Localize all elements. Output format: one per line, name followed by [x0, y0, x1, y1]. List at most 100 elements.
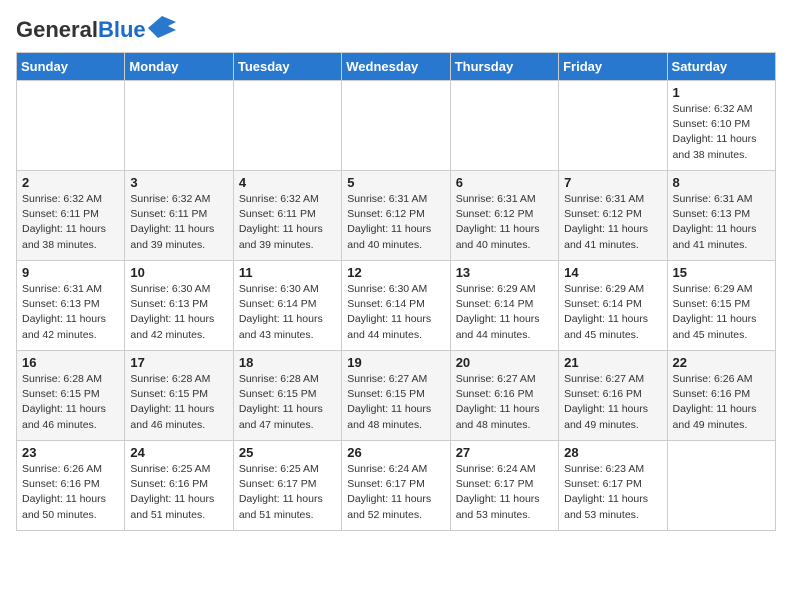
calendar-cell: 23 Sunrise: 6:26 AM Sunset: 6:16 PM Dayli…: [17, 441, 125, 531]
day-number: 16: [22, 355, 119, 370]
day-info: Sunrise: 6:29 AM Sunset: 6:14 PM Dayligh…: [564, 282, 661, 343]
day-info: Sunrise: 6:23 AM Sunset: 6:17 PM Dayligh…: [564, 462, 661, 523]
day-number: 18: [239, 355, 336, 370]
calendar-cell: [559, 81, 667, 171]
day-number: 6: [456, 175, 553, 190]
calendar-cell: [667, 441, 775, 531]
day-info: Sunrise: 6:29 AM Sunset: 6:14 PM Dayligh…: [456, 282, 553, 343]
calendar-cell: 9 Sunrise: 6:31 AM Sunset: 6:13 PM Daylig…: [17, 261, 125, 351]
day-number: 13: [456, 265, 553, 280]
calendar-cell: [233, 81, 341, 171]
day-info: Sunrise: 6:27 AM Sunset: 6:16 PM Dayligh…: [564, 372, 661, 433]
day-number: 2: [22, 175, 119, 190]
calendar-header-row: SundayMondayTuesdayWednesdayThursdayFrid…: [17, 53, 776, 81]
calendar-cell: 14Sunrise: 6:29 AM Sunset: 6:14 PM Dayli…: [559, 261, 667, 351]
calendar-table: SundayMondayTuesdayWednesdayThursdayFrid…: [16, 52, 776, 531]
day-info: Sunrise: 6:29 AM Sunset: 6:15 PM Dayligh…: [673, 282, 770, 343]
day-info: Sunrise: 6:31 AM Sunset: 6:13 PM Dayligh…: [673, 192, 770, 253]
day-number: 22: [673, 355, 770, 370]
day-info: Sunrise: 6:28 AM Sunset: 6:15 PM Dayligh…: [239, 372, 336, 433]
calendar-cell: 3 Sunrise: 6:32 AM Sunset: 6:11 PM Daylig…: [125, 171, 233, 261]
day-number: 27: [456, 445, 553, 460]
day-info: Sunrise: 6:26 AM Sunset: 6:16 PM Dayligh…: [22, 462, 119, 523]
calendar-body: 1 Sunrise: 6:32 AM Sunset: 6:10 PM Daylig…: [17, 81, 776, 531]
day-number: 3: [130, 175, 227, 190]
calendar-cell: [450, 81, 558, 171]
calendar-cell: 20 Sunrise: 6:27 AM Sunset: 6:16 PM Dayli…: [450, 351, 558, 441]
day-info: Sunrise: 6:25 AM Sunset: 6:17 PM Dayligh…: [239, 462, 336, 523]
day-info: Sunrise: 6:31 AM Sunset: 6:13 PM Dayligh…: [22, 282, 119, 343]
day-info: Sunrise: 6:30 AM Sunset: 6:14 PM Dayligh…: [347, 282, 444, 343]
day-header-tuesday: Tuesday: [233, 53, 341, 81]
calendar-cell: [17, 81, 125, 171]
day-number: 11: [239, 265, 336, 280]
calendar-cell: 4 Sunrise: 6:32 AM Sunset: 6:11 PM Daylig…: [233, 171, 341, 261]
calendar-cell: 16 Sunrise: 6:28 AM Sunset: 6:15 PM Dayli…: [17, 351, 125, 441]
day-info: Sunrise: 6:27 AM Sunset: 6:16 PM Dayligh…: [456, 372, 553, 433]
calendar-cell: 24Sunrise: 6:25 AM Sunset: 6:16 PM Dayli…: [125, 441, 233, 531]
day-number: 25: [239, 445, 336, 460]
day-info: Sunrise: 6:26 AM Sunset: 6:16 PM Dayligh…: [673, 372, 770, 433]
calendar-cell: 7 Sunrise: 6:31 AM Sunset: 6:12 PM Daylig…: [559, 171, 667, 261]
calendar-cell: 19 Sunrise: 6:27 AM Sunset: 6:15 PM Dayli…: [342, 351, 450, 441]
calendar-week-0: 1 Sunrise: 6:32 AM Sunset: 6:10 PM Daylig…: [17, 81, 776, 171]
calendar-cell: 25 Sunrise: 6:25 AM Sunset: 6:17 PM Dayli…: [233, 441, 341, 531]
logo-text: GeneralBlue: [16, 19, 146, 41]
day-number: 26: [347, 445, 444, 460]
day-info: Sunrise: 6:32 AM Sunset: 6:10 PM Dayligh…: [673, 102, 770, 163]
logo-blue: Blue: [98, 17, 146, 42]
day-number: 23: [22, 445, 119, 460]
day-number: 4: [239, 175, 336, 190]
calendar-week-3: 16 Sunrise: 6:28 AM Sunset: 6:15 PM Dayli…: [17, 351, 776, 441]
day-number: 21: [564, 355, 661, 370]
day-number: 5: [347, 175, 444, 190]
day-number: 12: [347, 265, 444, 280]
day-number: 1: [673, 85, 770, 100]
day-number: 24: [130, 445, 227, 460]
day-info: Sunrise: 6:32 AM Sunset: 6:11 PM Dayligh…: [239, 192, 336, 253]
calendar-cell: 27 Sunrise: 6:24 AM Sunset: 6:17 PM Dayli…: [450, 441, 558, 531]
calendar-cell: 22 Sunrise: 6:26 AM Sunset: 6:16 PM Dayli…: [667, 351, 775, 441]
day-number: 20: [456, 355, 553, 370]
logo-general: General: [16, 17, 98, 42]
calendar-cell: 1 Sunrise: 6:32 AM Sunset: 6:10 PM Daylig…: [667, 81, 775, 171]
calendar-cell: 8Sunrise: 6:31 AM Sunset: 6:13 PM Daylig…: [667, 171, 775, 261]
day-info: Sunrise: 6:30 AM Sunset: 6:14 PM Dayligh…: [239, 282, 336, 343]
calendar-cell: 11 Sunrise: 6:30 AM Sunset: 6:14 PM Dayli…: [233, 261, 341, 351]
day-header-thursday: Thursday: [450, 53, 558, 81]
day-info: Sunrise: 6:28 AM Sunset: 6:15 PM Dayligh…: [130, 372, 227, 433]
calendar-week-1: 2 Sunrise: 6:32 AM Sunset: 6:11 PM Daylig…: [17, 171, 776, 261]
day-number: 10: [130, 265, 227, 280]
calendar-week-4: 23 Sunrise: 6:26 AM Sunset: 6:16 PM Dayli…: [17, 441, 776, 531]
day-info: Sunrise: 6:30 AM Sunset: 6:13 PM Dayligh…: [130, 282, 227, 343]
day-header-wednesday: Wednesday: [342, 53, 450, 81]
calendar-cell: 5 Sunrise: 6:31 AM Sunset: 6:12 PM Daylig…: [342, 171, 450, 261]
page-header: GeneralBlue: [16, 16, 776, 44]
day-header-monday: Monday: [125, 53, 233, 81]
calendar-cell: 12 Sunrise: 6:30 AM Sunset: 6:14 PM Dayli…: [342, 261, 450, 351]
day-info: Sunrise: 6:28 AM Sunset: 6:15 PM Dayligh…: [22, 372, 119, 433]
day-number: 15: [673, 265, 770, 280]
calendar-cell: 2 Sunrise: 6:32 AM Sunset: 6:11 PM Daylig…: [17, 171, 125, 261]
calendar-cell: 21 Sunrise: 6:27 AM Sunset: 6:16 PM Dayli…: [559, 351, 667, 441]
day-info: Sunrise: 6:31 AM Sunset: 6:12 PM Dayligh…: [456, 192, 553, 253]
calendar-cell: 26Sunrise: 6:24 AM Sunset: 6:17 PM Dayli…: [342, 441, 450, 531]
day-info: Sunrise: 6:27 AM Sunset: 6:15 PM Dayligh…: [347, 372, 444, 433]
day-info: Sunrise: 6:31 AM Sunset: 6:12 PM Dayligh…: [564, 192, 661, 253]
calendar-cell: 15 Sunrise: 6:29 AM Sunset: 6:15 PM Dayli…: [667, 261, 775, 351]
calendar-cell: 13 Sunrise: 6:29 AM Sunset: 6:14 PM Dayli…: [450, 261, 558, 351]
day-number: 17: [130, 355, 227, 370]
calendar-week-2: 9 Sunrise: 6:31 AM Sunset: 6:13 PM Daylig…: [17, 261, 776, 351]
day-info: Sunrise: 6:24 AM Sunset: 6:17 PM Dayligh…: [456, 462, 553, 523]
day-number: 7: [564, 175, 661, 190]
day-number: 9: [22, 265, 119, 280]
day-header-saturday: Saturday: [667, 53, 775, 81]
day-info: Sunrise: 6:31 AM Sunset: 6:12 PM Dayligh…: [347, 192, 444, 253]
calendar-cell: [125, 81, 233, 171]
day-info: Sunrise: 6:32 AM Sunset: 6:11 PM Dayligh…: [22, 192, 119, 253]
day-info: Sunrise: 6:32 AM Sunset: 6:11 PM Dayligh…: [130, 192, 227, 253]
day-number: 19: [347, 355, 444, 370]
day-number: 28: [564, 445, 661, 460]
day-header-friday: Friday: [559, 53, 667, 81]
calendar-cell: 18 Sunrise: 6:28 AM Sunset: 6:15 PM Dayli…: [233, 351, 341, 441]
